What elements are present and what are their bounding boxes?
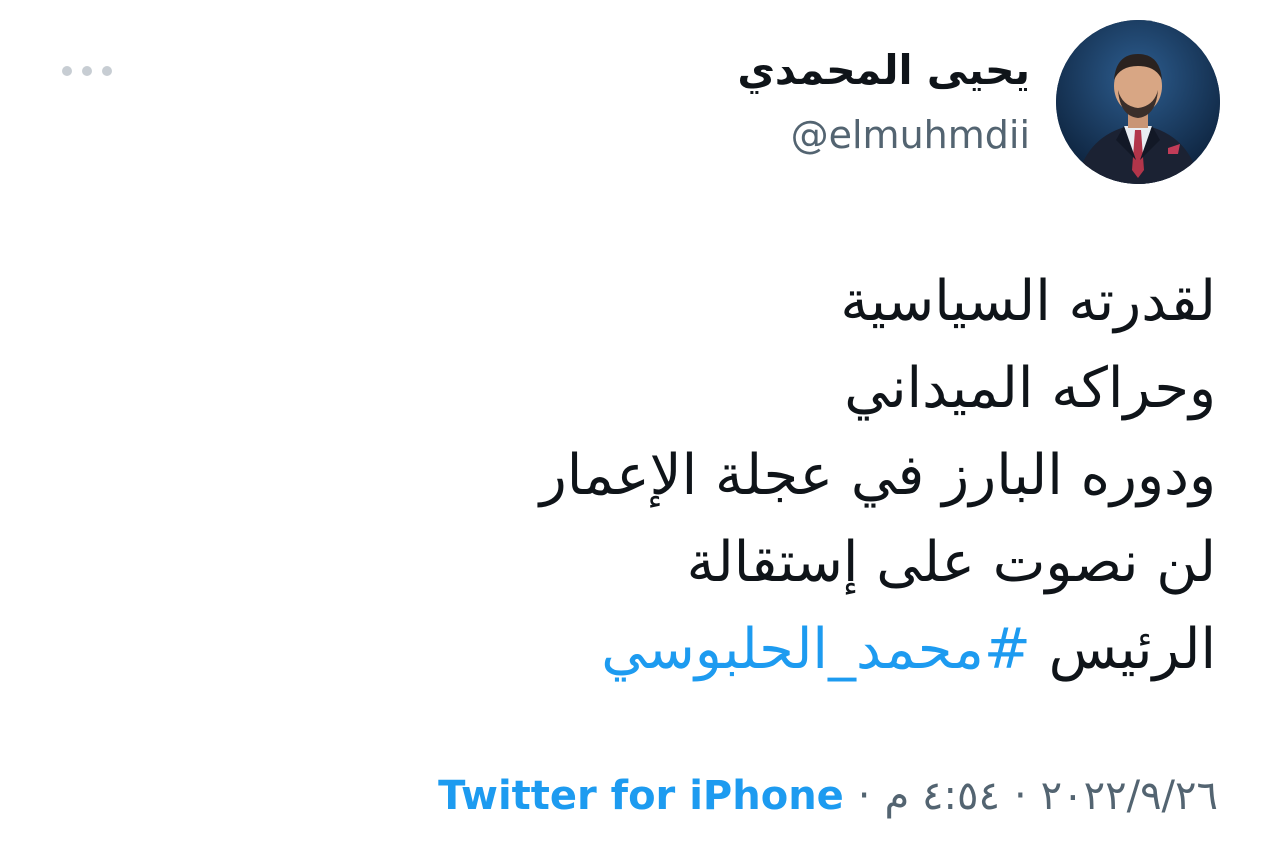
author-display-name[interactable]: يحيى المحمدي (737, 42, 1030, 98)
tweet-source-link[interactable]: Twitter for iPhone (438, 766, 844, 826)
tweet-time[interactable]: ٤:٥٤ م (885, 766, 1000, 826)
tweet-date[interactable]: ٢٠٢٢/٩/٢٦ (1041, 766, 1218, 826)
avatar-image (1056, 20, 1220, 184)
tweet-text: لقدرته السياسية وحراكه الميداني ودوره ال… (316, 258, 1216, 693)
tweet-card: يحيى المحمدي @elmuhmdii لقدرته السياسية … (0, 0, 1280, 850)
tweet-text-line: وحراكه الميداني (844, 356, 1216, 421)
author-handle[interactable]: @elmuhmdii (791, 110, 1030, 160)
more-options-button[interactable] (62, 58, 112, 84)
more-dot-icon (82, 66, 92, 76)
tweet-text-line: لقدرته السياسية (840, 269, 1216, 334)
more-dot-icon (102, 66, 112, 76)
meta-separator: · (857, 773, 871, 819)
tweet-text-line: ودوره البارز في عجلة الإعمار (539, 443, 1216, 508)
more-dot-icon (62, 66, 72, 76)
hashtag-link[interactable]: #محمد_الحلبوسي (601, 617, 1031, 682)
tweet-text-line: لن نصوت على إستقالة (686, 530, 1216, 595)
meta-separator: · (1013, 773, 1027, 819)
tweet-metadata: ٢٠٢٢/٩/٢٦ · ٤:٥٤ م · Twitter for iPhone (438, 766, 1218, 826)
tweet-text-prefix: الرئيس (1030, 617, 1216, 682)
tweet-text-last-line: الرئيس #محمد_الحلبوسي (316, 606, 1216, 693)
avatar[interactable] (1056, 20, 1220, 184)
